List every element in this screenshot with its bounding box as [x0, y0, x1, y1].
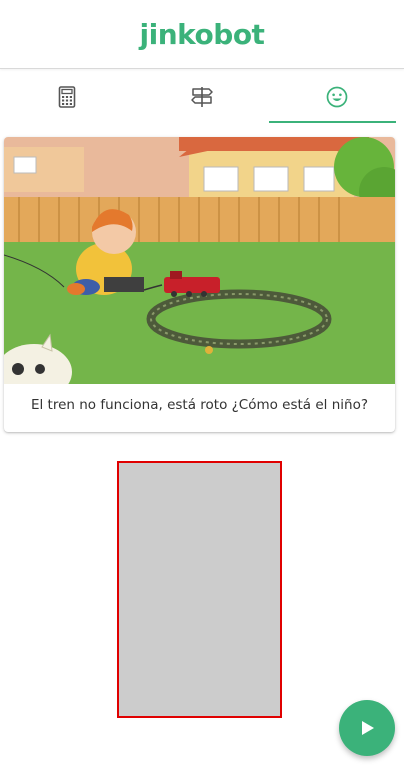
play-icon — [362, 721, 374, 735]
tab-calculator[interactable] — [0, 70, 135, 124]
scene-illustration — [4, 137, 395, 384]
image-placeholder — [117, 461, 282, 718]
play-button[interactable] — [339, 700, 395, 756]
signpost-icon — [191, 87, 213, 107]
tab-emotions[interactable] — [269, 70, 404, 124]
app-logo-text: jinkobot — [139, 18, 265, 51]
question-card: El tren no funciona, está roto ¿Cómo est… — [4, 137, 395, 432]
app-header: jinkobot — [0, 0, 404, 69]
tab-bar — [0, 70, 404, 124]
calculator-icon — [59, 86, 76, 108]
smiley-icon — [326, 86, 348, 108]
question-caption: El tren no funciona, está roto ¿Cómo est… — [30, 397, 369, 413]
tab-signpost[interactable] — [135, 70, 270, 124]
